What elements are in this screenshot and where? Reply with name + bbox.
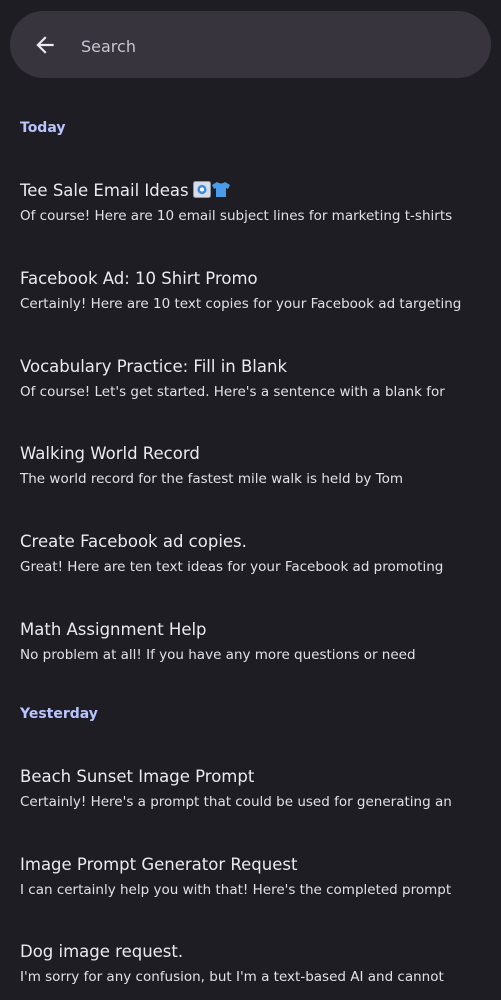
conversation-title: Walking World Record <box>20 444 200 463</box>
conversation-snippet: Great! Here are ten text ideas for your … <box>20 559 444 575</box>
arrow-left-icon <box>32 32 58 58</box>
conversation-item[interactable]: Tee Sale Email Ideas Of course! Here are… <box>0 181 501 253</box>
section-header-today: Today <box>20 120 66 136</box>
back-button[interactable] <box>32 32 58 58</box>
conversation-snippet: I'm sorry for any confusion, but I'm a t… <box>20 969 444 985</box>
email-icon <box>192 181 211 202</box>
conversation-snippet: I can certainly help you with that! Here… <box>20 882 452 898</box>
conversation-item[interactable]: Beach Sunset Image Prompt Certainly! Her… <box>0 767 501 839</box>
conversation-item[interactable]: Image Prompt Generator Request I can cer… <box>0 855 501 927</box>
conversation-item[interactable]: Walking World Record The world record fo… <box>0 444 501 516</box>
search-bar[interactable] <box>10 11 491 78</box>
conversation-snippet: The world record for the fastest mile wa… <box>20 471 404 487</box>
conversation-item[interactable]: Math Assignment Help No problem at all! … <box>0 620 501 692</box>
conversation-item[interactable]: Facebook Ad: 10 Shirt Promo Certainly! H… <box>0 269 501 341</box>
conversation-title: Dog image request. <box>20 942 184 961</box>
title-emojis <box>192 181 231 202</box>
conversation-snippet: Of course! Here are 10 email subject lin… <box>20 208 453 224</box>
conversation-title: Tee Sale Email Ideas <box>20 181 231 202</box>
conversation-title: Math Assignment Help <box>20 620 207 639</box>
conversation-item[interactable]: Dog image request. I'm sorry for any con… <box>0 942 501 1000</box>
conversation-item[interactable]: Create Facebook ad copies. Great! Here a… <box>0 532 501 604</box>
conversation-title: Beach Sunset Image Prompt <box>20 767 255 786</box>
conversation-title: Facebook Ad: 10 Shirt Promo <box>20 269 258 288</box>
conversation-snippet: Certainly! Here are 10 text copies for y… <box>20 296 462 312</box>
conversation-item[interactable]: Vocabulary Practice: Fill in Blank Of co… <box>0 357 501 429</box>
tshirt-icon <box>211 182 231 202</box>
conversation-search-screen: Today Tee Sale Email Ideas Of course! He… <box>0 0 501 1000</box>
section-header-yesterday: Yesterday <box>20 706 98 722</box>
conversation-title: Create Facebook ad copies. <box>20 532 247 551</box>
conversation-title: Image Prompt Generator Request <box>20 855 298 874</box>
conversation-snippet: Certainly! Here's a prompt that could be… <box>20 794 452 810</box>
search-input[interactable] <box>79 31 463 61</box>
conversation-title-text: Tee Sale Email Ideas <box>20 181 189 200</box>
conversation-snippet: Of course! Let's get started. Here's a s… <box>20 384 445 400</box>
conversation-snippet: No problem at all! If you have any more … <box>20 647 416 663</box>
conversation-title: Vocabulary Practice: Fill in Blank <box>20 357 288 376</box>
